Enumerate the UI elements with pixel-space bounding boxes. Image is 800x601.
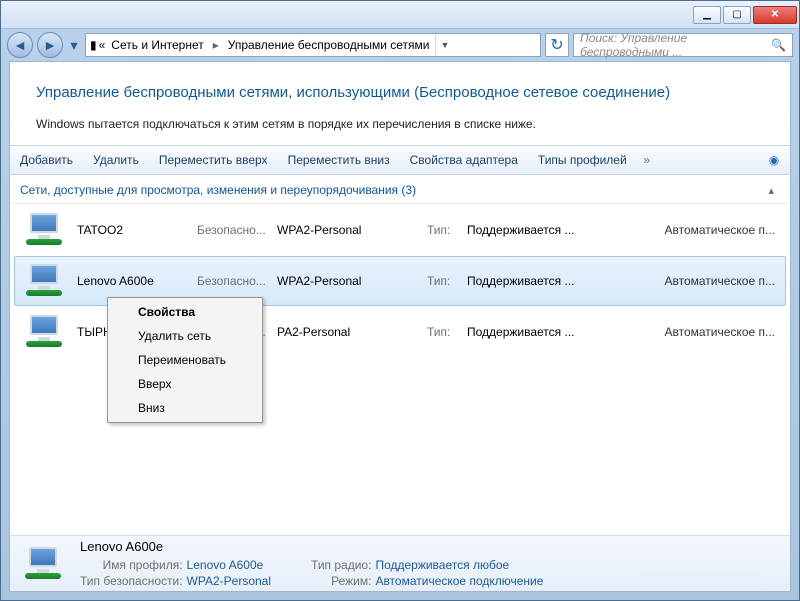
security-value: WPA2-Personal [277, 274, 427, 288]
help-icon: ◉ [769, 153, 779, 167]
address-bar: ◄ ► ▾ ▮ « Сеть и Интернет ▸ Управление б… [1, 29, 799, 61]
auto-value: Автоматическое п... [617, 325, 785, 339]
search-placeholder: Поиск: Управление беспроводными ... [580, 31, 765, 59]
add-button[interactable]: Добавить [10, 146, 83, 174]
overflow-button[interactable]: » [637, 153, 657, 167]
menu-move-down[interactable]: Вниз [110, 396, 260, 420]
window: ▁ ▢ ✕ ◄ ► ▾ ▮ « Сеть и Интернет ▸ Управл… [0, 0, 800, 601]
chevrons-icon: « [99, 38, 106, 52]
network-name: Lenovo A600e [77, 274, 197, 288]
minimize-button[interactable]: ▁ [693, 6, 721, 24]
forward-button[interactable]: ► [37, 32, 63, 58]
close-button[interactable]: ✕ [753, 6, 797, 24]
security-type-value: WPA2-Personal [187, 574, 271, 588]
context-menu: Свойства Удалить сеть Переименовать Ввер… [107, 297, 263, 423]
collapse-icon[interactable]: ▴ [768, 184, 780, 197]
radio-type-label: Тип радио: [311, 558, 371, 572]
search-input[interactable]: Поиск: Управление беспроводными ... 🔍 [573, 33, 793, 57]
menu-delete-network[interactable]: Удалить сеть [110, 324, 260, 348]
menu-move-up[interactable]: Вверх [110, 372, 260, 396]
security-label: Безопасно... [197, 274, 277, 288]
page-title: Управление беспроводными сетями, использ… [10, 62, 790, 111]
breadcrumb-dropdown[interactable]: ▼ [435, 34, 453, 56]
command-bar: Добавить Удалить Переместить вверх Перем… [10, 145, 790, 175]
network-name: TATOO2 [77, 223, 197, 237]
auto-value: Автоматическое п... [617, 274, 785, 288]
details-title: Lenovo A600e [80, 539, 271, 554]
type-label: Тип: [427, 274, 467, 288]
help-button[interactable]: ◉ [766, 153, 790, 167]
profile-types-button[interactable]: Типы профилей [528, 146, 637, 174]
breadcrumb[interactable]: ▮ « Сеть и Интернет ▸ Управление беспров… [85, 33, 541, 57]
profile-name-value: Lenovo A600e [187, 558, 271, 572]
back-button[interactable]: ◄ [7, 32, 33, 58]
maximize-icon: ▢ [732, 9, 741, 20]
adapter-properties-button[interactable]: Свойства адаптера [400, 146, 528, 174]
radio-type-value: Поддерживается любое [375, 558, 543, 572]
search-icon: 🔍 [771, 38, 786, 52]
network-row[interactable]: TATOO2 Безопасно... WPA2-Personal Тип: П… [14, 205, 786, 255]
mode-value: Автоматическое подключение [375, 574, 543, 588]
crumb-wireless[interactable]: Управление беспроводными сетями [224, 36, 434, 54]
chevron-down-icon: ▾ [70, 37, 77, 54]
auto-value: Автоматическое п... [617, 223, 785, 237]
move-up-button[interactable]: Переместить вверх [149, 146, 278, 174]
group-header-text: Сети, доступные для просмотра, изменения… [20, 183, 416, 197]
titlebar: ▁ ▢ ✕ [1, 1, 799, 29]
type-label: Тип: [427, 223, 467, 237]
back-icon: ◄ [13, 37, 27, 53]
chevron-right-icon: ▸ [210, 38, 222, 52]
delete-button[interactable]: Удалить [83, 146, 149, 174]
network-icon [26, 264, 66, 298]
bars-icon: ▮ [90, 38, 97, 52]
menu-rename[interactable]: Переименовать [110, 348, 260, 372]
network-icon [26, 315, 66, 349]
network-icon [25, 547, 65, 581]
menu-properties[interactable]: Свойства [110, 300, 260, 324]
network-icon [26, 213, 66, 247]
refresh-button[interactable]: ↻ [545, 33, 569, 57]
type-value: Поддерживается ... [467, 325, 617, 339]
history-dropdown[interactable]: ▾ [67, 35, 81, 55]
maximize-button[interactable]: ▢ [723, 6, 751, 24]
page-description: Windows пытается подключаться к этим сет… [10, 111, 790, 145]
close-icon: ✕ [771, 9, 779, 20]
refresh-icon: ↻ [550, 35, 563, 55]
security-value: PA2-Personal [277, 325, 427, 339]
type-value: Поддерживается ... [467, 274, 617, 288]
security-type-label: Тип безопасности: [80, 574, 183, 588]
forward-icon: ► [43, 37, 57, 53]
type-value: Поддерживается ... [467, 223, 617, 237]
minimize-icon: ▁ [703, 9, 711, 20]
details-pane: Lenovo A600e Имя профиля: Lenovo A600e Т… [10, 535, 790, 591]
crumb-network[interactable]: Сеть и Интернет [107, 36, 207, 54]
security-value: WPA2-Personal [277, 223, 427, 237]
type-label: Тип: [427, 325, 467, 339]
group-header[interactable]: Сети, доступные для просмотра, изменения… [10, 175, 790, 204]
security-label: Безопасно... [197, 223, 277, 237]
profile-name-label: Имя профиля: [80, 558, 183, 572]
mode-label: Режим: [311, 574, 371, 588]
move-down-button[interactable]: Переместить вниз [278, 146, 400, 174]
